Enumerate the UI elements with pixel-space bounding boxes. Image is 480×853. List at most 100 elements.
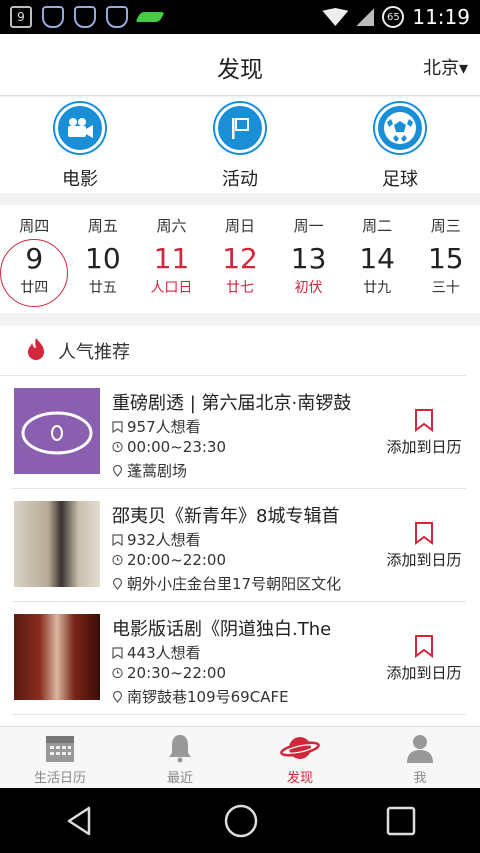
- lunar-date: 人口日: [150, 280, 193, 296]
- lunar-date: 廿五: [88, 280, 117, 296]
- time-range: 20:00~22:00: [127, 551, 227, 569]
- wants-count: 957人想看: [127, 418, 201, 436]
- day-item[interactable]: 周六 11 人口日: [137, 205, 206, 313]
- day-item[interactable]: 周一 13 初伏: [274, 205, 343, 313]
- category-football[interactable]: 足球: [320, 97, 480, 193]
- back-icon[interactable]: [63, 804, 97, 838]
- city-selector[interactable]: 北京▾: [423, 54, 468, 80]
- lunar-date: 廿九: [363, 280, 392, 296]
- movie-camera-icon: [55, 103, 105, 153]
- shield-icon: [42, 6, 64, 28]
- page-title: 发现: [217, 57, 263, 83]
- planet-icon: [280, 737, 320, 759]
- tab-label: 我: [413, 771, 427, 786]
- clock-icon: [112, 667, 123, 679]
- tab-discover[interactable]: 发现: [240, 727, 360, 788]
- flame-icon: [26, 337, 46, 365]
- lunar-date: 廿七: [226, 280, 255, 296]
- clock-icon: [112, 554, 123, 566]
- event-poster: [14, 614, 100, 700]
- tab-life-calendar[interactable]: 生活日历: [0, 727, 120, 788]
- event-title: 重磅剧透 | 第六届北京·南锣鼓: [112, 393, 352, 414]
- category-label: 电影: [62, 169, 98, 190]
- selected-day-ring: [0, 239, 68, 307]
- event-wants: 443人想看: [112, 642, 201, 663]
- add-to-calendar-label: 添加到日历: [386, 664, 462, 682]
- date-number: 12: [222, 242, 258, 275]
- day-item[interactable]: 周日 12 廿七: [206, 205, 275, 313]
- section-header: 人气推荐: [0, 326, 466, 376]
- add-to-calendar-button[interactable]: 添加到日历: [382, 634, 466, 683]
- clock-icon: [112, 441, 123, 453]
- event-item[interactable]: 重磅剧透 | 第六届北京·南锣鼓 957人想看 00:00~23:30 蓬蒿剧场…: [12, 376, 466, 489]
- wifi-icon: [322, 8, 349, 26]
- category-bar: 电影 活动 足球: [0, 97, 480, 193]
- day-item[interactable]: 周五 10 廿五: [69, 205, 138, 313]
- weekday-label: 周一: [293, 217, 324, 235]
- date-number: 14: [359, 242, 395, 275]
- person-icon: [407, 735, 433, 763]
- category-label: 足球: [382, 169, 418, 190]
- bell-icon: [169, 735, 191, 763]
- add-to-calendar-button[interactable]: 添加到日历: [382, 521, 466, 570]
- event-item[interactable]: 邵夷贝《新青年》8城专辑首 932人想看 20:00~22:00 朝外小庄金台里…: [12, 489, 466, 602]
- wants-count: 932人想看: [127, 531, 201, 549]
- category-label: 活动: [222, 169, 258, 190]
- event-poster: [14, 388, 100, 474]
- location-pin-icon: [112, 577, 123, 590]
- weekday-label: 周日: [225, 217, 256, 235]
- day-item[interactable]: 周二 14 廿九: [343, 205, 412, 313]
- system-nav-bar: [0, 788, 480, 853]
- tab-me[interactable]: 我: [360, 727, 480, 788]
- tab-label: 最近: [166, 771, 193, 786]
- bottom-tab-bar: 生活日历 最近 发现 我: [0, 726, 480, 788]
- event-title: 电影版话剧《阴道独白.The: [112, 619, 332, 640]
- bookmark-icon: [415, 635, 433, 658]
- venue-name: 蓬蒿剧场: [127, 462, 188, 480]
- add-to-calendar-label: 添加到日历: [386, 551, 462, 569]
- soccer-ball-icon: [375, 103, 425, 153]
- event-title: 邵夷贝《新青年》8城专辑首: [112, 506, 340, 527]
- tab-label: 发现: [286, 771, 313, 786]
- flag-icon: [215, 103, 265, 153]
- event-venue: 朝外小庄金台里17号朝阳区文化: [112, 573, 341, 594]
- lunar-date: 初伏: [294, 280, 323, 296]
- weekday-label: 周五: [87, 217, 118, 235]
- date-number: 10: [85, 242, 121, 275]
- section-title: 人气推荐: [58, 341, 130, 363]
- recent-apps-icon[interactable]: [385, 805, 417, 837]
- day-item[interactable]: 周四 9 廿四: [0, 205, 69, 313]
- location-pin-icon: [112, 690, 123, 703]
- weekday-label: 周四: [19, 217, 50, 235]
- event-venue: 蓬蒿剧场: [112, 460, 187, 481]
- cell-signal-icon: [356, 8, 375, 26]
- category-activity[interactable]: 活动: [160, 97, 320, 193]
- calendar-icon: [46, 736, 74, 762]
- home-icon[interactable]: [223, 803, 259, 839]
- status-bar: 9 65 11:19: [0, 0, 480, 34]
- lock-shield-icon: [74, 6, 96, 28]
- event-time: 00:00~23:30: [112, 438, 226, 456]
- add-to-calendar-button[interactable]: 添加到日历: [382, 408, 466, 457]
- date-number: 13: [290, 242, 327, 275]
- category-movie[interactable]: 电影: [0, 97, 160, 193]
- venue-name: 朝外小庄金台里17号朝阳区文化: [127, 575, 342, 593]
- weekday-label: 周六: [156, 217, 187, 235]
- event-venue: 南锣鼓巷109号69CAFE: [112, 686, 289, 707]
- tab-recent[interactable]: 最近: [120, 727, 240, 788]
- weekday-label: 周三: [430, 217, 461, 235]
- event-wants: 957人想看: [112, 416, 201, 437]
- add-to-calendar-label: 添加到日历: [386, 438, 462, 456]
- app-header: 发现 北京▾: [0, 34, 480, 96]
- app-notification-icon: [135, 12, 165, 22]
- event-item[interactable]: 电影版话剧《阴道独白.The 443人想看 20:30~22:00 南锣鼓巷10…: [12, 602, 466, 715]
- wants-count: 443人想看: [127, 644, 201, 662]
- time-range: 20:30~22:00: [127, 664, 227, 682]
- bookmark-icon: [415, 522, 433, 545]
- bookmark-icon: [415, 409, 433, 432]
- weekday-label: 周二: [362, 217, 393, 235]
- venue-name: 南锣鼓巷109号69CAFE: [127, 688, 289, 706]
- day-item[interactable]: 周三 15 三十: [411, 205, 480, 313]
- battery-icon: 65: [382, 6, 405, 28]
- date-number: 15: [427, 242, 464, 275]
